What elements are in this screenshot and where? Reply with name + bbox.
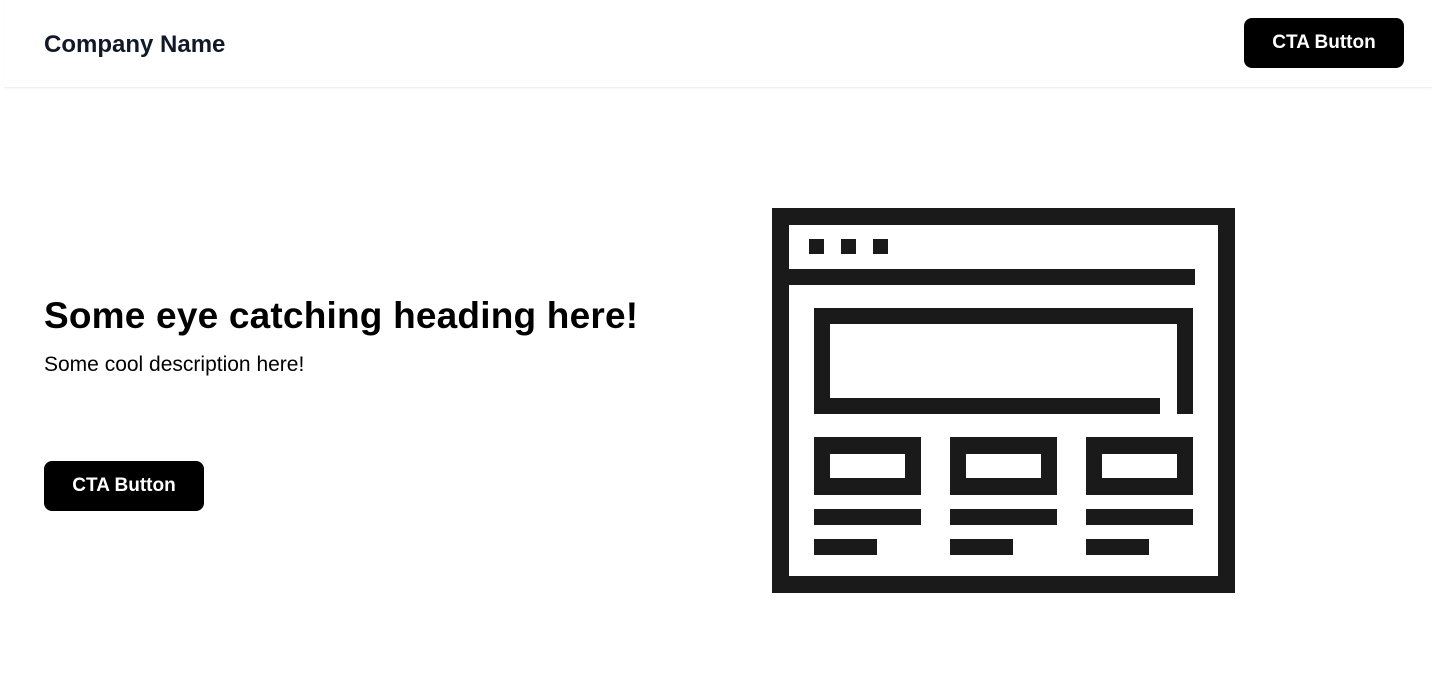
hero-heading: Some eye catching heading here! [44,295,639,336]
card-2-line-2 [950,539,1013,555]
hero-cta-button[interactable]: CTA Button [44,461,204,511]
banner-right [1177,308,1193,414]
window-dot-1 [809,239,824,254]
card-3-line-1 [1086,509,1193,525]
card-1-line-1 [814,509,921,525]
landing-page: Company Name CTA Button Some eye catchin… [0,0,1432,690]
frame-top [772,208,1235,225]
frame-left [772,208,789,593]
banner-top [814,308,1193,324]
frame-right [1218,208,1235,593]
website-wireframe-icon [772,208,1235,593]
card-3 [1086,437,1193,495]
window-dot-3 [873,239,888,254]
toolbar-divider [772,269,1195,285]
window-dot-2 [841,239,856,254]
banner-bottom [814,398,1160,414]
hero-text: Some eye catching heading here! Some coo… [44,292,724,380]
card-1 [814,437,921,495]
frame-bottom [772,576,1235,593]
card-3-line-2 [1086,539,1149,555]
site-header: Company Name CTA Button [4,0,1432,88]
website-wireframe-svg [772,208,1235,593]
header-cta-button[interactable]: CTA Button [1244,18,1404,68]
card-2 [950,437,1057,495]
hero-description: Some cool description here! [44,353,305,376]
company-name[interactable]: Company Name [44,30,225,60]
card-1-line-2 [814,539,877,555]
card-2-line-1 [950,509,1057,525]
